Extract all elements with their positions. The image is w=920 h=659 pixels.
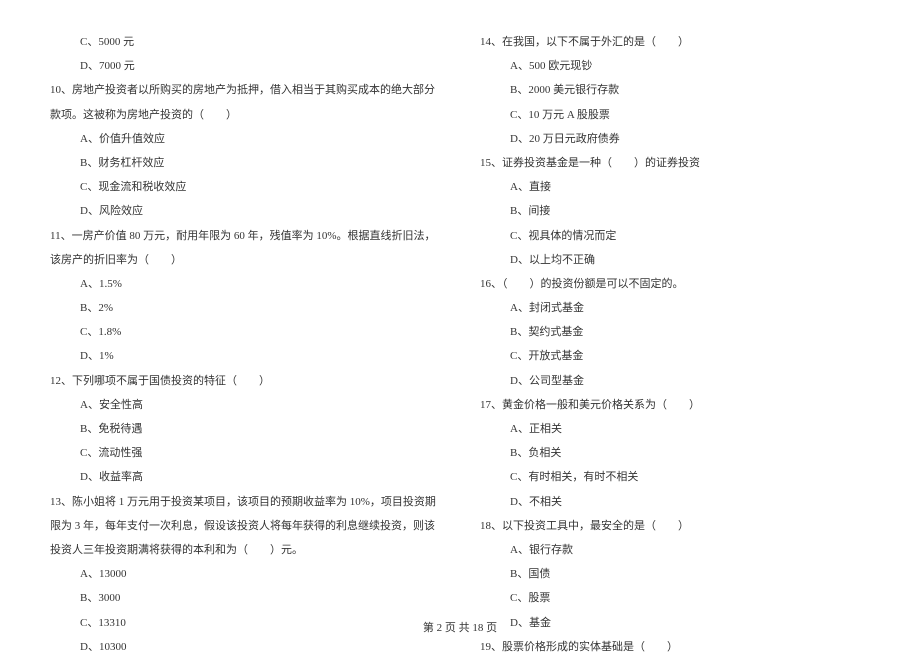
option-item: B、2% xyxy=(50,296,440,320)
option-item: C、有时相关，有时不相关 xyxy=(480,465,870,489)
option-item: B、免税待遇 xyxy=(50,417,440,441)
option-item: D、以上均不正确 xyxy=(480,248,870,272)
option-item: D、7000 元 xyxy=(50,54,440,78)
option-item: A、价值升值效应 xyxy=(50,127,440,151)
option-item: A、银行存款 xyxy=(480,538,870,562)
option-item: C、流动性强 xyxy=(50,441,440,465)
option-item: B、财务杠杆效应 xyxy=(50,151,440,175)
option-item: B、国债 xyxy=(480,562,870,586)
option-item: B、3000 xyxy=(50,586,440,610)
option-item: A、500 欧元现钞 xyxy=(480,54,870,78)
option-item: D、风险效应 xyxy=(50,199,440,223)
question-19: 19、股票价格形成的实体基础是（ ） xyxy=(480,635,870,659)
option-item: A、13000 xyxy=(50,562,440,586)
question-14: 14、在我国，以下不属于外汇的是（ ） xyxy=(480,30,870,54)
page-footer: 第 2 页 共 18 页 xyxy=(0,619,920,635)
document-page: C、5000 元 D、7000 元 10、房地产投资者以所购买的房地产为抵押，借… xyxy=(0,0,920,650)
question-18: 18、以下投资工具中，最安全的是（ ） xyxy=(480,514,870,538)
option-item: D、公司型基金 xyxy=(480,369,870,393)
option-item: D、10300 xyxy=(50,635,440,659)
question-10: 10、房地产投资者以所购买的房地产为抵押，借入相当于其购买成本的绝大部分款项。这… xyxy=(50,78,440,126)
option-item: A、安全性高 xyxy=(50,393,440,417)
option-item: B、2000 美元银行存款 xyxy=(480,78,870,102)
option-item: C、现金流和税收效应 xyxy=(50,175,440,199)
option-item: B、间接 xyxy=(480,199,870,223)
question-17: 17、黄金价格一般和美元价格关系为（ ） xyxy=(480,393,870,417)
option-item: C、1.8% xyxy=(50,320,440,344)
question-13: 13、陈小姐将 1 万元用于投资某项目，该项目的预期收益率为 10%，项目投资期… xyxy=(50,490,440,563)
option-item: C、开放式基金 xyxy=(480,344,870,368)
option-item: A、直接 xyxy=(480,175,870,199)
option-item: C、视具体的情况而定 xyxy=(480,224,870,248)
option-item: D、1% xyxy=(50,344,440,368)
option-item: A、正相关 xyxy=(480,417,870,441)
option-item: C、股票 xyxy=(480,586,870,610)
option-item: D、20 万日元政府债券 xyxy=(480,127,870,151)
left-column: C、5000 元 D、7000 元 10、房地产投资者以所购买的房地产为抵押，借… xyxy=(50,30,440,610)
option-item: B、负相关 xyxy=(480,441,870,465)
option-item: B、契约式基金 xyxy=(480,320,870,344)
option-item: A、1.5% xyxy=(50,272,440,296)
option-item: D、收益率高 xyxy=(50,465,440,489)
option-item: C、5000 元 xyxy=(50,30,440,54)
question-12: 12、下列哪项不属于国债投资的特征（ ） xyxy=(50,369,440,393)
question-16: 16、（ ）的投资份额是可以不固定的。 xyxy=(480,272,870,296)
right-column: 14、在我国，以下不属于外汇的是（ ） A、500 欧元现钞 B、2000 美元… xyxy=(480,30,870,610)
option-item: C、10 万元 A 股股票 xyxy=(480,103,870,127)
question-15: 15、证券投资基金是一种（ ）的证券投资 xyxy=(480,151,870,175)
option-item: D、不相关 xyxy=(480,490,870,514)
question-11: 11、一房产价值 80 万元，耐用年限为 60 年，残值率为 10%。根据直线折… xyxy=(50,224,440,272)
option-item: A、封闭式基金 xyxy=(480,296,870,320)
